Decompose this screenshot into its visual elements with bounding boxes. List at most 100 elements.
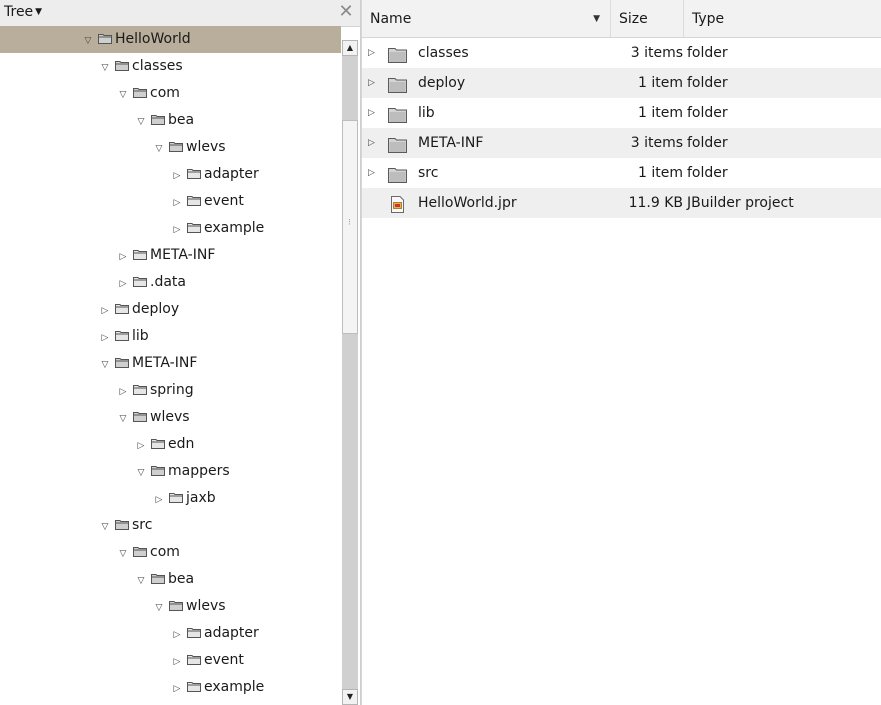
tree-node[interactable]: ▽ wlevs: [0, 404, 341, 431]
folder-icon: [133, 405, 147, 422]
triangle-right-icon[interactable]: ▷: [169, 163, 185, 190]
triangle-right-icon[interactable]: ▷: [97, 298, 113, 325]
triangle-down-icon[interactable]: ▽: [133, 568, 149, 595]
folder-icon: [388, 104, 407, 123]
triangle-right-icon[interactable]: ▷: [169, 676, 185, 703]
triangle-right-icon[interactable]: ▷: [368, 128, 375, 158]
file-size: 3 items: [630, 135, 683, 151]
file-name: deploy: [418, 75, 466, 91]
triangle-right-icon[interactable]: ▷: [169, 190, 185, 217]
tree-node-label: com: [150, 85, 180, 101]
tree-node-label: classes: [132, 58, 183, 74]
tree-node[interactable]: ▽ wlevs: [0, 134, 341, 161]
triangle-down-icon[interactable]: ▽: [115, 82, 131, 109]
file-size: 3 items: [630, 45, 683, 61]
triangle-right-icon[interactable]: ▷: [368, 98, 375, 128]
column-header-size[interactable]: Size: [611, 0, 684, 38]
triangle-right-icon[interactable]: ▷: [115, 379, 131, 406]
folder-icon: [388, 44, 407, 63]
folder-icon: [151, 108, 165, 125]
scroll-up-icon[interactable]: ▲: [342, 40, 358, 56]
file-type: folder: [687, 45, 728, 61]
triangle-down-icon[interactable]: ▽: [151, 136, 167, 163]
tree-node[interactable]: ▷ adapter: [0, 161, 341, 188]
tree-node[interactable]: ▷ event: [0, 188, 341, 215]
tree-node[interactable]: ▽ mappers: [0, 458, 341, 485]
tree-node[interactable]: ▷ jaxb: [0, 485, 341, 512]
column-header-name-label: Name: [370, 11, 412, 27]
tree-node-label: .data: [150, 274, 186, 290]
tree-node-label: event: [204, 652, 244, 668]
tree-node[interactable]: ▽ src: [0, 512, 341, 539]
column-header-name[interactable]: Name ▼: [362, 0, 611, 38]
tree-node-label: META-INF: [150, 247, 216, 263]
tree-node[interactable]: ▽ bea: [0, 107, 341, 134]
triangle-right-icon[interactable]: ▷: [368, 38, 375, 68]
column-header-type[interactable]: Type: [684, 0, 881, 38]
file-list-row[interactable]: HelloWorld.jpr 11.9 KB JBuilder project: [362, 188, 881, 218]
triangle-down-icon[interactable]: ▽: [97, 352, 113, 379]
document-icon: [388, 194, 407, 213]
folder-icon: [388, 74, 407, 93]
tree-node[interactable]: ▽ HelloWorld: [0, 26, 341, 53]
file-size: 1 item: [638, 105, 683, 121]
close-icon[interactable]: ✕: [338, 3, 354, 21]
folder-icon: [187, 216, 201, 233]
triangle-down-icon[interactable]: ▽: [97, 55, 113, 82]
folder-icon: [115, 351, 129, 368]
tree-node[interactable]: ▷ edn: [0, 431, 341, 458]
triangle-right-icon[interactable]: ▷: [97, 325, 113, 352]
file-size: 1 item: [638, 75, 683, 91]
tree-node[interactable]: ▽ com: [0, 539, 341, 566]
tree-node-label: wlevs: [186, 598, 226, 614]
triangle-right-icon[interactable]: ▷: [368, 158, 375, 188]
tree-node[interactable]: ▷ example: [0, 674, 341, 701]
folder-icon: [169, 135, 183, 152]
file-list-row[interactable]: ▷ src 1 item folder: [362, 158, 881, 188]
triangle-down-icon[interactable]: ▽: [115, 406, 131, 433]
triangle-right-icon[interactable]: ▷: [169, 649, 185, 676]
tree-node-label: adapter: [204, 625, 259, 641]
triangle-right-icon[interactable]: ▷: [115, 244, 131, 271]
triangle-right-icon[interactable]: ▷: [169, 622, 185, 649]
tree-node[interactable]: ▷ lib: [0, 323, 341, 350]
tree-view-menu[interactable]: Tree ▼: [4, 4, 42, 20]
file-list-row[interactable]: ▷ classes 3 items folder: [362, 38, 881, 68]
file-list-row[interactable]: ▷ lib 1 item folder: [362, 98, 881, 128]
tree-node[interactable]: ▷ event: [0, 647, 341, 674]
tree-node[interactable]: ▽ wlevs: [0, 593, 341, 620]
triangle-down-icon[interactable]: ▽: [133, 109, 149, 136]
tree-node[interactable]: ▷ META-INF: [0, 242, 341, 269]
folder-icon: [115, 54, 129, 71]
tree-node-label: src: [132, 517, 153, 533]
triangle-right-icon[interactable]: ▷: [368, 68, 375, 98]
triangle-down-icon[interactable]: ▽: [97, 514, 113, 541]
file-list-row[interactable]: ▷ deploy 1 item folder: [362, 68, 881, 98]
tree-node[interactable]: ▽ classes: [0, 53, 341, 80]
triangle-right-icon[interactable]: ▷: [115, 271, 131, 298]
tree-node-label: mappers: [168, 463, 230, 479]
triangle-right-icon[interactable]: ▷: [169, 217, 185, 244]
tree-node[interactable]: ▽ META-INF: [0, 350, 341, 377]
tree-node[interactable]: ▷ spring: [0, 377, 341, 404]
scrollbar-thumb[interactable]: ⁝: [342, 120, 358, 334]
triangle-right-icon[interactable]: ▷: [151, 487, 167, 514]
folder-icon: [187, 648, 201, 665]
tree-node[interactable]: ▷ .data: [0, 269, 341, 296]
tree-node-label: bea: [168, 112, 195, 128]
folder-icon: [98, 27, 112, 44]
triangle-down-icon[interactable]: ▽: [151, 595, 167, 622]
tree-node[interactable]: ▷ example: [0, 215, 341, 242]
file-list-row[interactable]: ▷ META-INF 3 items folder: [362, 128, 881, 158]
tree-node[interactable]: ▽ com: [0, 80, 341, 107]
file-type: folder: [687, 165, 728, 181]
tree-scrollbar[interactable]: ▲ ⁝ ▼: [342, 40, 358, 705]
triangle-down-icon[interactable]: ▽: [115, 541, 131, 568]
tree-node[interactable]: ▷ adapter: [0, 620, 341, 647]
triangle-down-icon[interactable]: ▽: [133, 460, 149, 487]
triangle-down-icon[interactable]: ▽: [80, 28, 96, 55]
triangle-right-icon[interactable]: ▷: [133, 433, 149, 460]
tree-node[interactable]: ▽ bea: [0, 566, 341, 593]
tree-node[interactable]: ▷ deploy: [0, 296, 341, 323]
scroll-down-icon[interactable]: ▼: [342, 689, 358, 705]
